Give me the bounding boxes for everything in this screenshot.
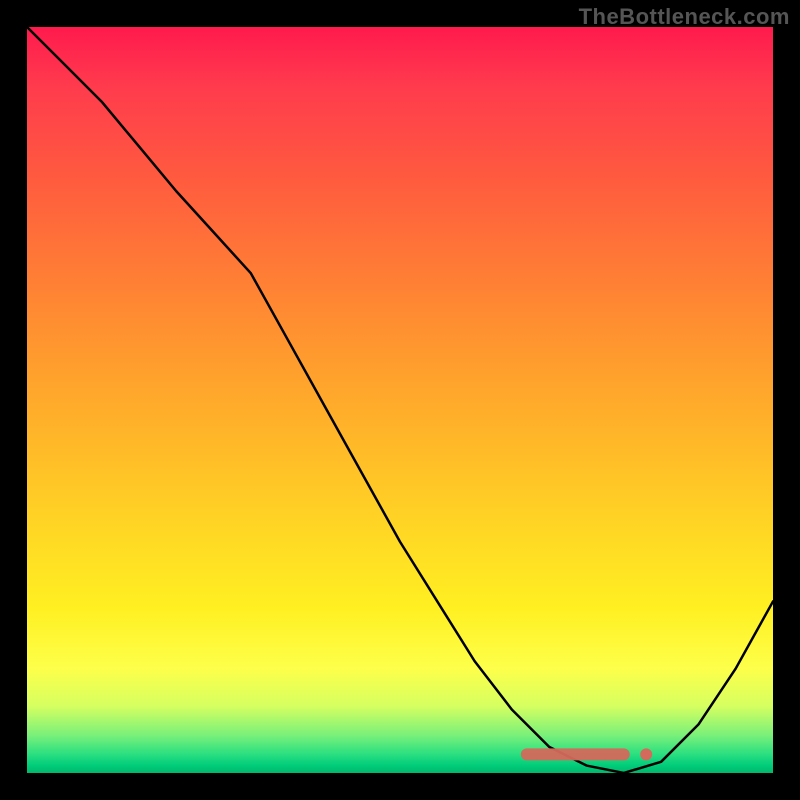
optimum-dot	[640, 748, 652, 760]
chart-frame: TheBottleneck.com	[0, 0, 800, 800]
watermark-text: TheBottleneck.com	[579, 4, 790, 30]
bottleneck-curve	[27, 27, 773, 773]
chart-overlay	[27, 27, 773, 773]
plot-area	[27, 27, 773, 773]
